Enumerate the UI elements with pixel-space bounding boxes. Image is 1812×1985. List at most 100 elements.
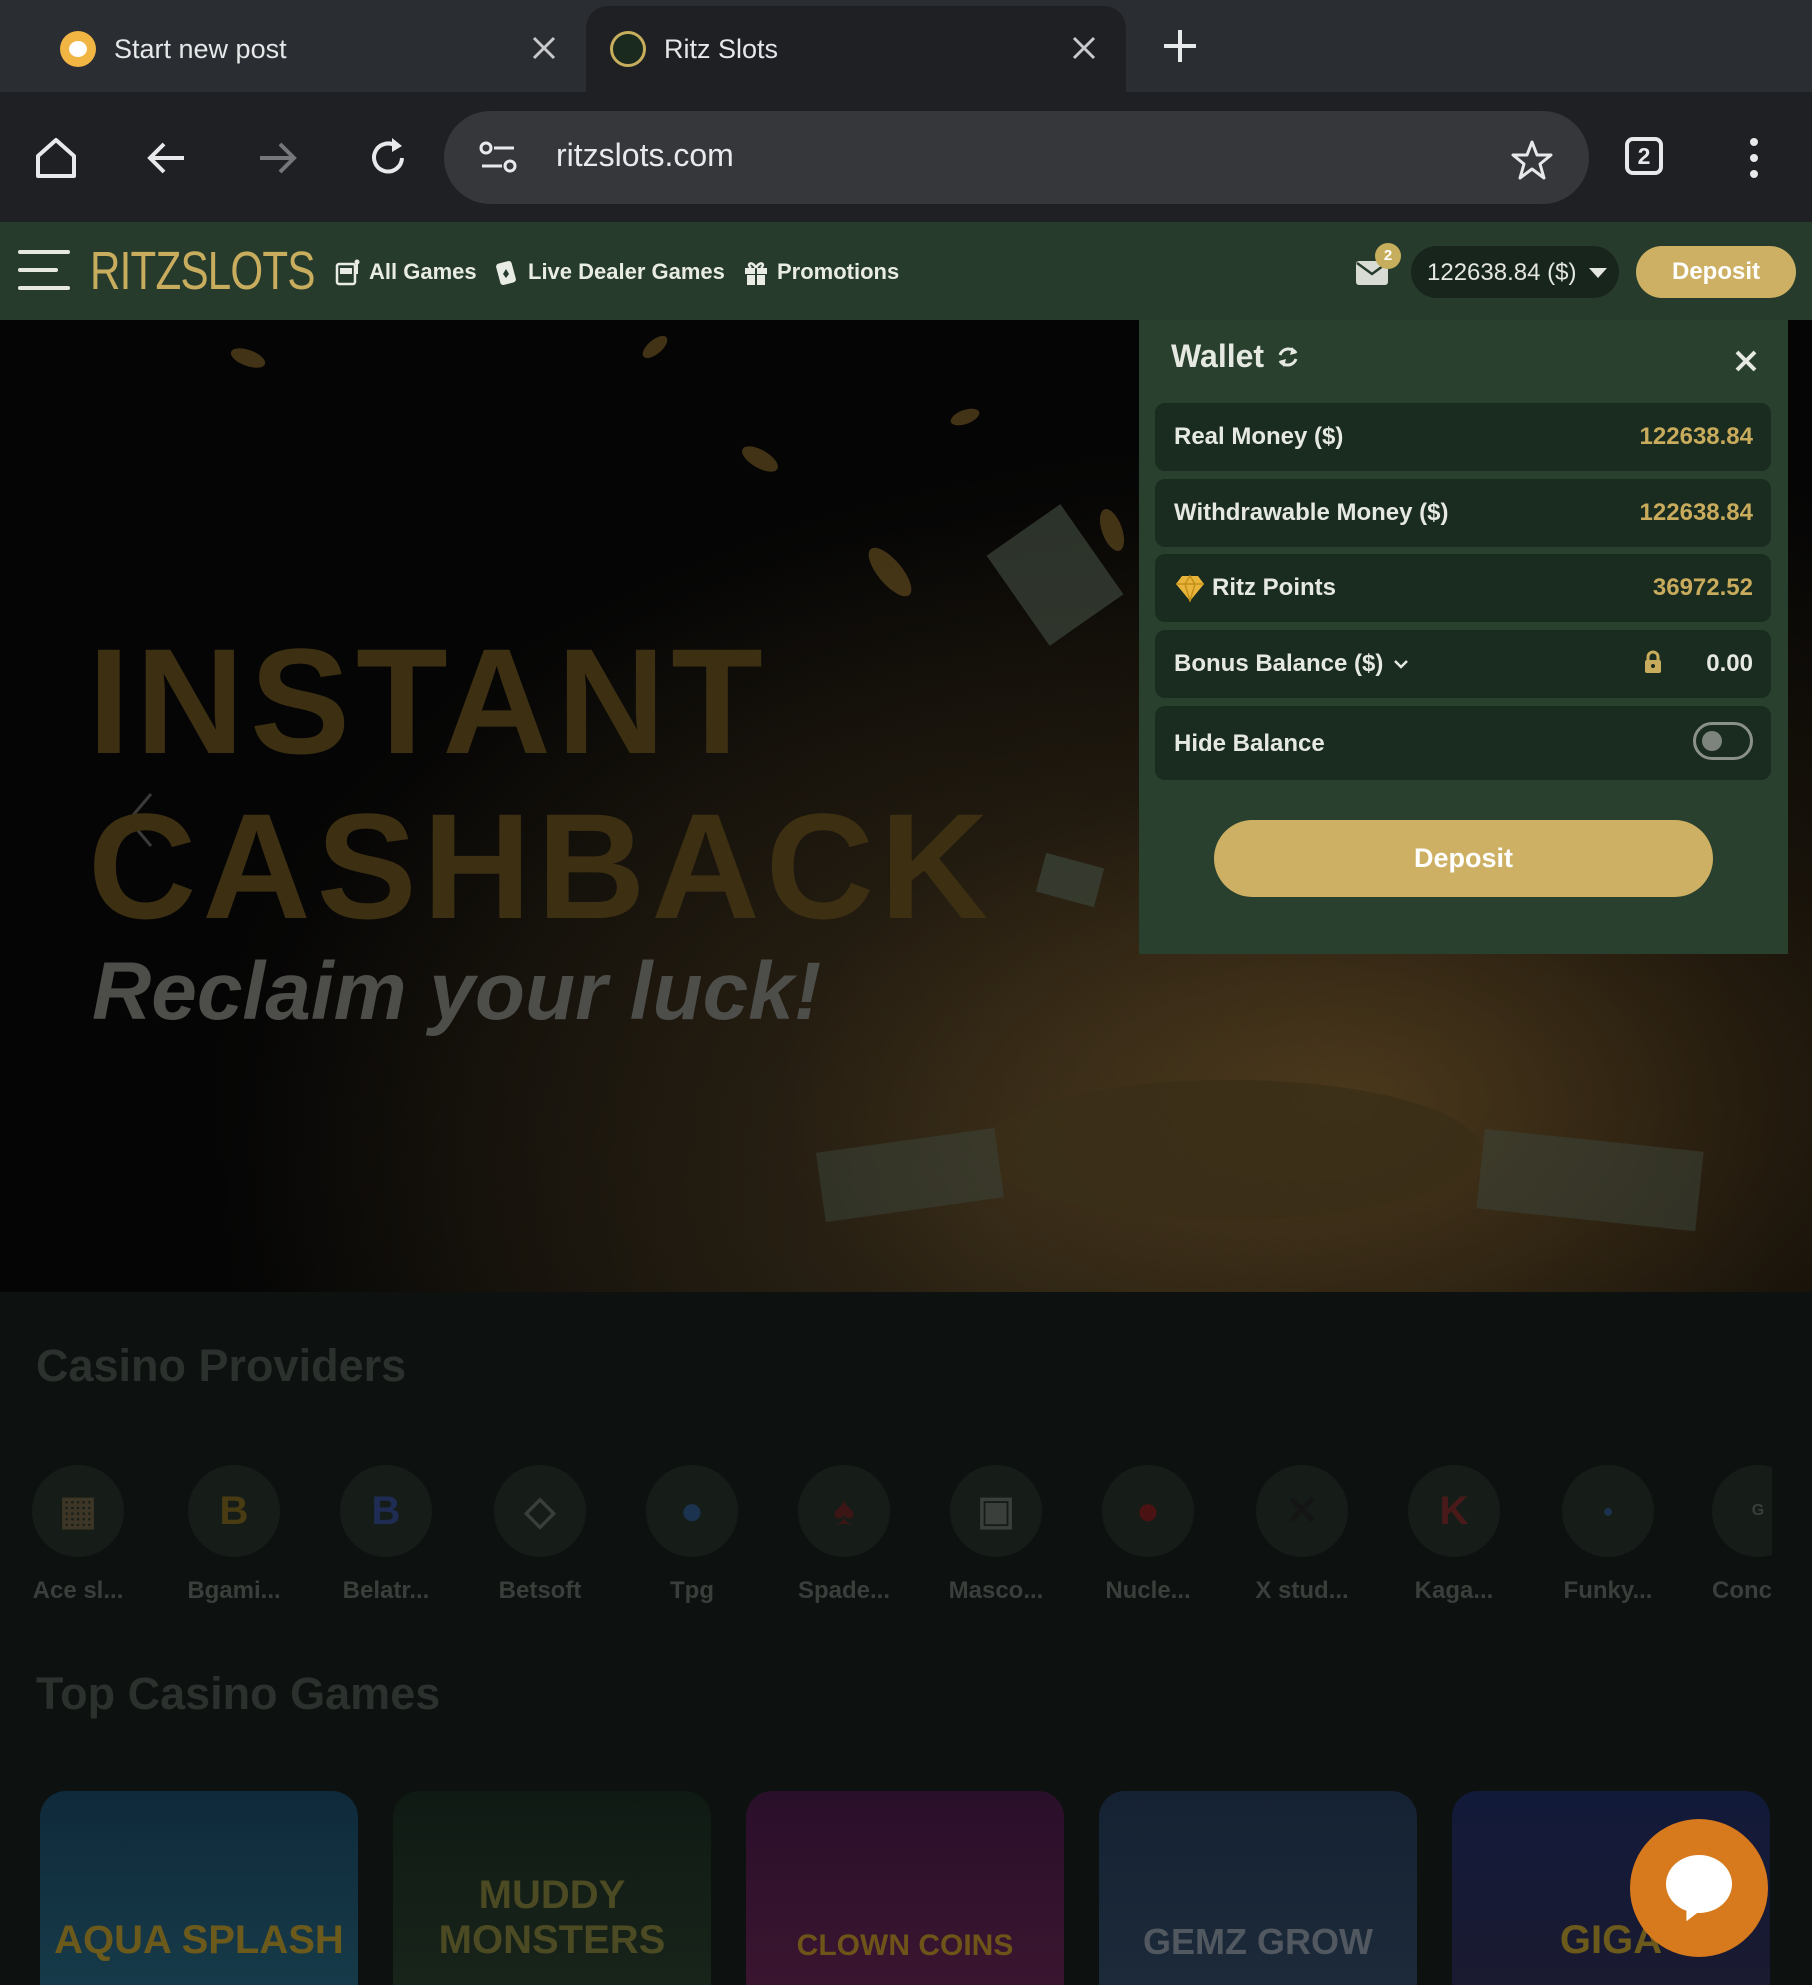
wallet-deposit-button[interactable]: Deposit	[1214, 820, 1713, 897]
provider-item[interactable]: G Conc	[1712, 1465, 1772, 1605]
wallet-row-label: Withdrawable Money ($)	[1174, 499, 1449, 526]
chevron-down-icon[interactable]	[1389, 654, 1413, 674]
wallet-row-label: Hide Balance	[1174, 730, 1325, 757]
browser-tab-start-new-post[interactable]: Start new post	[0, 6, 586, 92]
hero-headline-line1: INSTANT	[88, 617, 769, 785]
balance-text: 122638.84 ($)	[1427, 259, 1577, 286]
nav-live-dealer-games[interactable]: Live Dealer Games	[494, 258, 725, 286]
hide-balance-toggle[interactable]	[1693, 722, 1753, 760]
wallet-row-hide-balance: Hide Balance	[1155, 706, 1771, 780]
provider-logo-icon: ✕	[1256, 1465, 1348, 1557]
wallet-row-real-money: Real Money ($) 122638.84	[1155, 403, 1771, 471]
diamond-icon	[1176, 574, 1204, 602]
wallet-row-value: 122638.84	[1639, 423, 1753, 450]
wallet-panel: Wallet Real Money ($) 122638.84 Withdraw…	[1139, 320, 1788, 954]
provider-label: Betsoft	[498, 1577, 582, 1604]
game-card[interactable]: GEMZ GROW	[1099, 1791, 1417, 1985]
provider-logo-icon: ◇	[494, 1465, 586, 1557]
browser-tab-ritz-slots[interactable]: Ritz Slots	[586, 6, 1126, 92]
provider-item[interactable]: ▣ Masco...	[948, 1465, 1044, 1605]
nav-label: Live Dealer Games	[528, 259, 725, 284]
gift-icon	[745, 262, 767, 285]
provider-label: Conc	[1712, 1577, 1772, 1604]
game-title: GEMZ GROW	[1143, 1921, 1373, 1962]
home-icon[interactable]	[30, 132, 82, 184]
bookmark-star-icon[interactable]	[1510, 138, 1554, 182]
hero-tagline: Reclaim your luck!	[92, 946, 822, 1037]
provider-item[interactable]: ♠ Spade...	[796, 1465, 892, 1605]
live-chat-button[interactable]	[1630, 1819, 1768, 1957]
provider-label: Masco...	[948, 1577, 1044, 1604]
wallet-row-bonus-balance[interactable]: Bonus Balance ($) 0.00	[1155, 630, 1771, 698]
mail-count-badge: 2	[1375, 243, 1401, 269]
game-title: CLOWN COINS	[796, 1929, 1014, 1962]
provider-label: Ace sl...	[32, 1577, 124, 1604]
tab-favicon-icon	[610, 31, 646, 67]
provider-label: Spade...	[797, 1577, 891, 1604]
forward-arrow-icon[interactable]	[252, 132, 304, 184]
provider-logo-icon: B	[340, 1465, 432, 1557]
game-card[interactable]: MUDDY MONSTERS	[393, 1791, 711, 1985]
more-menu-icon[interactable]	[1744, 136, 1764, 180]
nav-label: Promotions	[777, 259, 900, 284]
wallet-row-label-group: Bonus Balance ($)	[1174, 650, 1413, 678]
provider-item[interactable]: ● Nucle...	[1100, 1465, 1196, 1605]
provider-item[interactable]: ● Funky...	[1560, 1465, 1656, 1605]
provider-logo-icon: ♠	[798, 1465, 890, 1557]
wallet-row-value: 36972.52	[1652, 574, 1753, 601]
wallet-row-value: 122638.84	[1639, 499, 1753, 526]
provider-logo-icon: ●	[1102, 1465, 1194, 1557]
header-deposit-button[interactable]: Deposit	[1636, 246, 1796, 298]
provider-label: Belatr...	[342, 1577, 430, 1604]
site-settings-icon[interactable]	[478, 140, 520, 176]
back-arrow-icon[interactable]	[140, 132, 192, 184]
nav-label: All Games	[369, 259, 477, 284]
provider-label: Bgami...	[187, 1577, 281, 1604]
provider-item[interactable]: K Kaga...	[1406, 1465, 1502, 1605]
tab-title: Ritz Slots	[664, 33, 779, 64]
provider-label: Funky...	[1563, 1577, 1653, 1604]
provider-item[interactable]: ✕ X stud...	[1254, 1465, 1350, 1605]
wallet-row-label-group: Ritz Points	[1174, 574, 1336, 602]
lock-icon	[1645, 650, 1661, 673]
provider-label: Tpg	[670, 1577, 714, 1604]
tab-favicon-icon	[60, 31, 96, 67]
game-title: MUDDY MONSTERS	[438, 1873, 666, 1962]
wallet-title-text: Wallet	[1171, 338, 1265, 374]
game-card[interactable]: AQUA SPLASH	[40, 1791, 358, 1985]
caret-down-icon	[1589, 268, 1607, 278]
balance-dropdown[interactable]: 122638.84 ($)	[1411, 246, 1619, 298]
refresh-icon[interactable]	[1274, 343, 1302, 371]
nav-promotions[interactable]: Promotions	[743, 258, 899, 286]
new-tab-plus-icon[interactable]	[1158, 24, 1202, 68]
game-title: AQUA SPLASH	[54, 1918, 344, 1962]
wallet-title: Wallet	[1171, 338, 1302, 375]
tab-title: Start new post	[114, 33, 287, 64]
reload-icon[interactable]	[362, 132, 414, 184]
site-logo[interactable]: RITZSLOTS	[90, 236, 315, 306]
provider-item[interactable]: B Belatr...	[338, 1465, 434, 1605]
provider-logo-icon: B	[188, 1465, 280, 1557]
hero-headline-line2: CASHBACK	[88, 782, 995, 950]
provider-logo-icon: ●	[646, 1465, 738, 1557]
provider-item[interactable]: ▦ Ace sl...	[30, 1465, 126, 1605]
playing-cards-icon	[496, 260, 516, 286]
close-tab-icon[interactable]	[1068, 32, 1100, 64]
wallet-row-label: Bonus Balance ($)	[1174, 650, 1384, 677]
provider-logo-icon: K	[1408, 1465, 1500, 1557]
close-tab-icon[interactable]	[528, 32, 560, 64]
provider-logo-icon: ●	[1562, 1465, 1654, 1557]
game-card[interactable]: CLOWN COINS	[746, 1791, 1064, 1985]
nav-all-games[interactable]: All Games	[335, 258, 477, 286]
provider-logo-icon: ▦	[32, 1465, 124, 1557]
provider-item[interactable]: B Bgami...	[186, 1465, 282, 1605]
wallet-row-label: Ritz Points	[1212, 574, 1336, 601]
close-wallet-icon[interactable]	[1731, 346, 1761, 376]
toggle-knob	[1702, 731, 1722, 751]
provider-label: X stud...	[1255, 1577, 1349, 1604]
url-text[interactable]: ritzslots.com	[556, 137, 734, 174]
provider-item[interactable]: ● Tpg	[644, 1465, 740, 1605]
tab-count-button[interactable]: 2	[1625, 137, 1663, 175]
provider-item[interactable]: ◇ Betsoft	[492, 1465, 588, 1605]
browser-tab-strip: Start new post Ritz Slots	[0, 0, 1812, 92]
